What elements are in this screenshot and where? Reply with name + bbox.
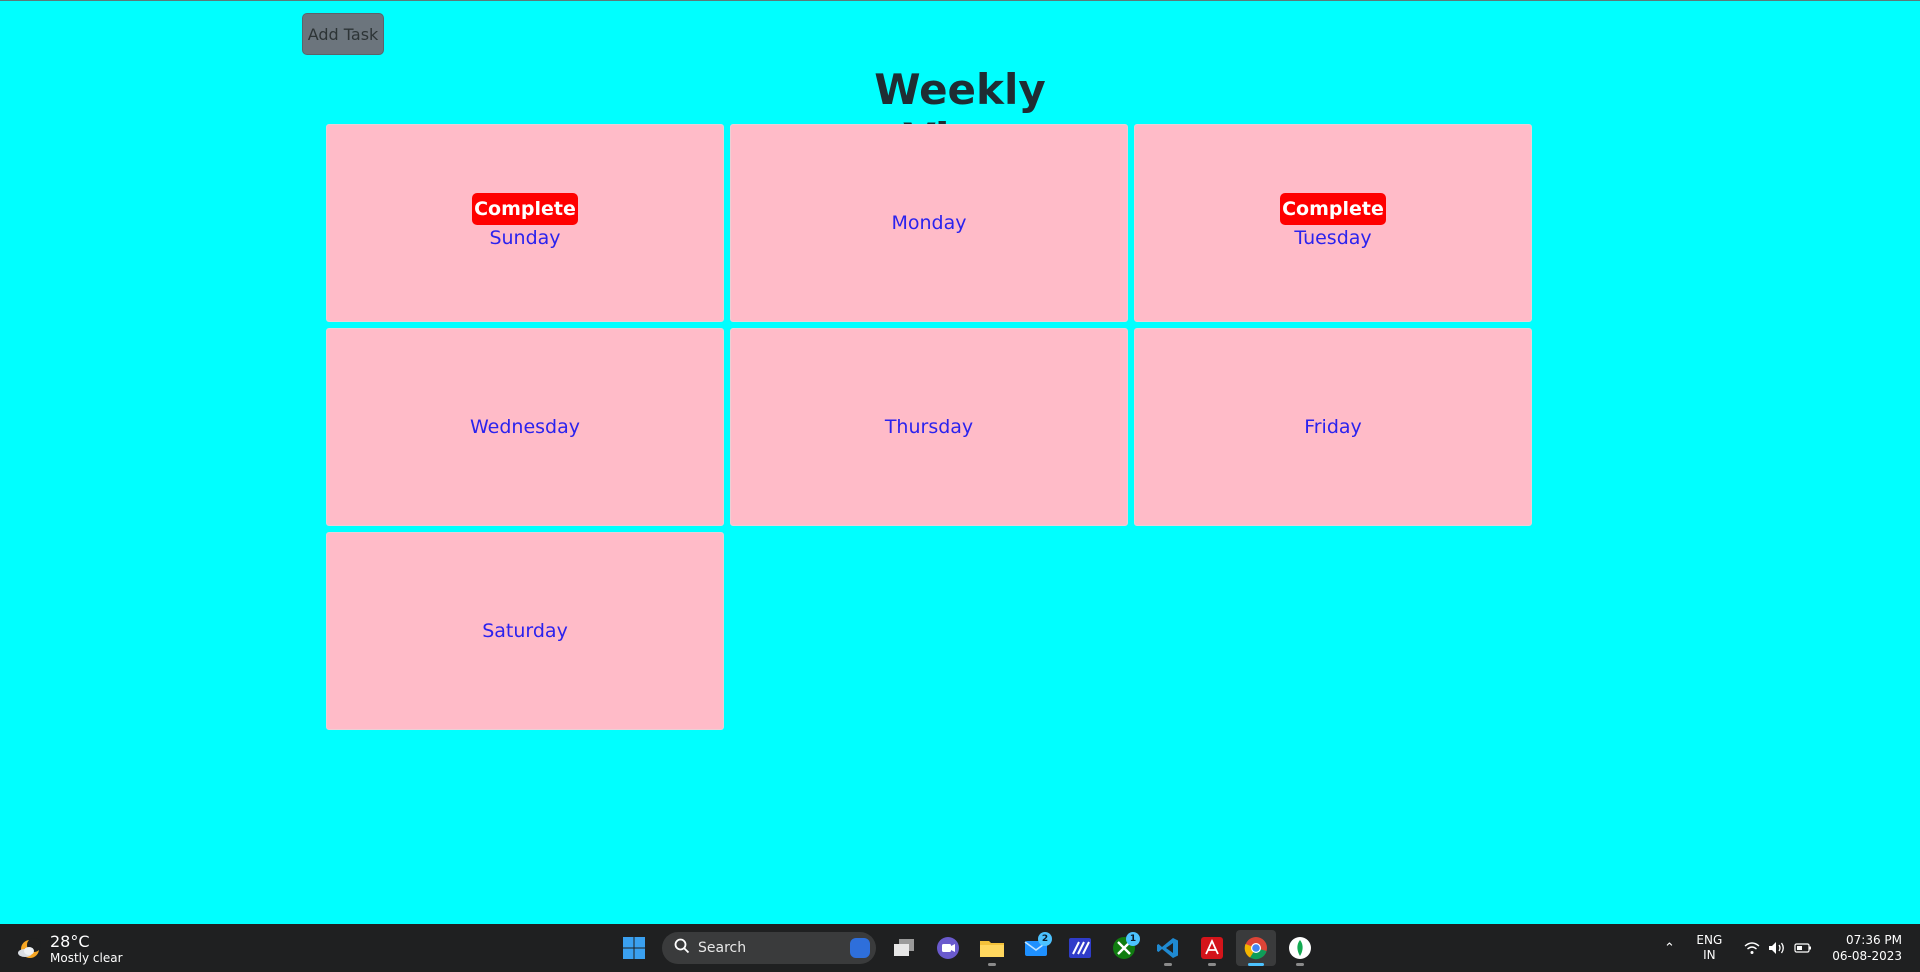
wifi-icon	[1744, 941, 1760, 955]
file-explorer-icon[interactable]	[972, 930, 1012, 966]
notification-badge: 1	[1126, 932, 1140, 946]
search-icon	[674, 938, 690, 958]
language-indicator[interactable]: ENG IN	[1696, 933, 1722, 963]
search-placeholder: Search	[698, 940, 747, 956]
day-label: Thursday	[884, 416, 974, 438]
day-card-tuesday[interactable]: Complete Tuesday	[1134, 124, 1532, 322]
day-card-friday[interactable]: Friday	[1134, 328, 1532, 526]
weather-temp: 28°C	[50, 932, 90, 951]
notification-badge: 2	[1038, 932, 1052, 946]
add-task-button[interactable]: Add Task	[302, 13, 384, 55]
quick-settings[interactable]	[1740, 941, 1816, 955]
running-indicator	[1208, 963, 1216, 966]
chrome-icon[interactable]	[1236, 930, 1276, 966]
day-label: Tuesday	[1294, 227, 1372, 249]
xbox-icon[interactable]: 1	[1104, 930, 1144, 966]
lang-line1: ENG	[1696, 933, 1723, 947]
windows-taskbar: 28°C Mostly clear Search 2 1 ⌃ ENG IN 07…	[0, 924, 1920, 972]
mail-icon[interactable]: 2	[1016, 930, 1056, 966]
day-card-monday[interactable]: Monday	[730, 124, 1128, 322]
bing-icon[interactable]	[850, 938, 870, 958]
system-tray: ⌃ ENG IN 07:36 PM 06-08-2023	[1654, 924, 1920, 972]
taskbar-apps: Search 2 1	[612, 930, 1322, 966]
app-blue-icon[interactable]	[1060, 930, 1100, 966]
weekly-grid: Complete Sunday Monday Complete Tuesday …	[326, 124, 1532, 730]
clock-time: 07:36 PM	[1846, 933, 1902, 947]
active-indicator	[1248, 963, 1264, 966]
acrobat-icon[interactable]	[1192, 930, 1232, 966]
running-indicator	[1296, 963, 1304, 966]
chevron-up-icon[interactable]: ⌃	[1654, 941, 1684, 956]
day-card-wednesday[interactable]: Wednesday	[326, 328, 724, 526]
app-page: Add Task Weekly View Complete Sunday Mon…	[0, 0, 1920, 924]
start-icon[interactable]	[614, 930, 654, 966]
day-label: Friday	[1304, 416, 1362, 438]
complete-badge: Complete	[472, 193, 578, 225]
vscode-icon[interactable]	[1148, 930, 1188, 966]
battery-icon	[1794, 942, 1812, 954]
task-view-icon[interactable]	[884, 930, 924, 966]
taskbar-search[interactable]: Search	[662, 932, 876, 964]
weather-widget[interactable]: 28°C Mostly clear	[16, 932, 123, 965]
weather-desc: Mostly clear	[50, 951, 123, 965]
day-card-sunday[interactable]: Complete Sunday	[326, 124, 724, 322]
teams-meet-icon[interactable]	[928, 930, 968, 966]
lang-line2: IN	[1703, 948, 1716, 962]
day-card-saturday[interactable]: Saturday	[326, 532, 724, 730]
running-indicator	[988, 963, 996, 966]
day-label: Sunday	[489, 227, 561, 249]
complete-badge: Complete	[1280, 193, 1386, 225]
day-label: Saturday	[482, 620, 568, 642]
clock-date: 06-08-2023	[1832, 949, 1902, 963]
day-label: Monday	[891, 212, 967, 234]
volume-icon	[1768, 941, 1786, 955]
moon-cloud-icon	[16, 936, 42, 962]
day-label: Wednesday	[469, 416, 580, 438]
running-indicator	[1164, 963, 1172, 966]
day-card-thursday[interactable]: Thursday	[730, 328, 1128, 526]
clock[interactable]: 07:36 PM 06-08-2023	[1832, 932, 1902, 964]
mongodb-compass-icon[interactable]	[1280, 930, 1320, 966]
